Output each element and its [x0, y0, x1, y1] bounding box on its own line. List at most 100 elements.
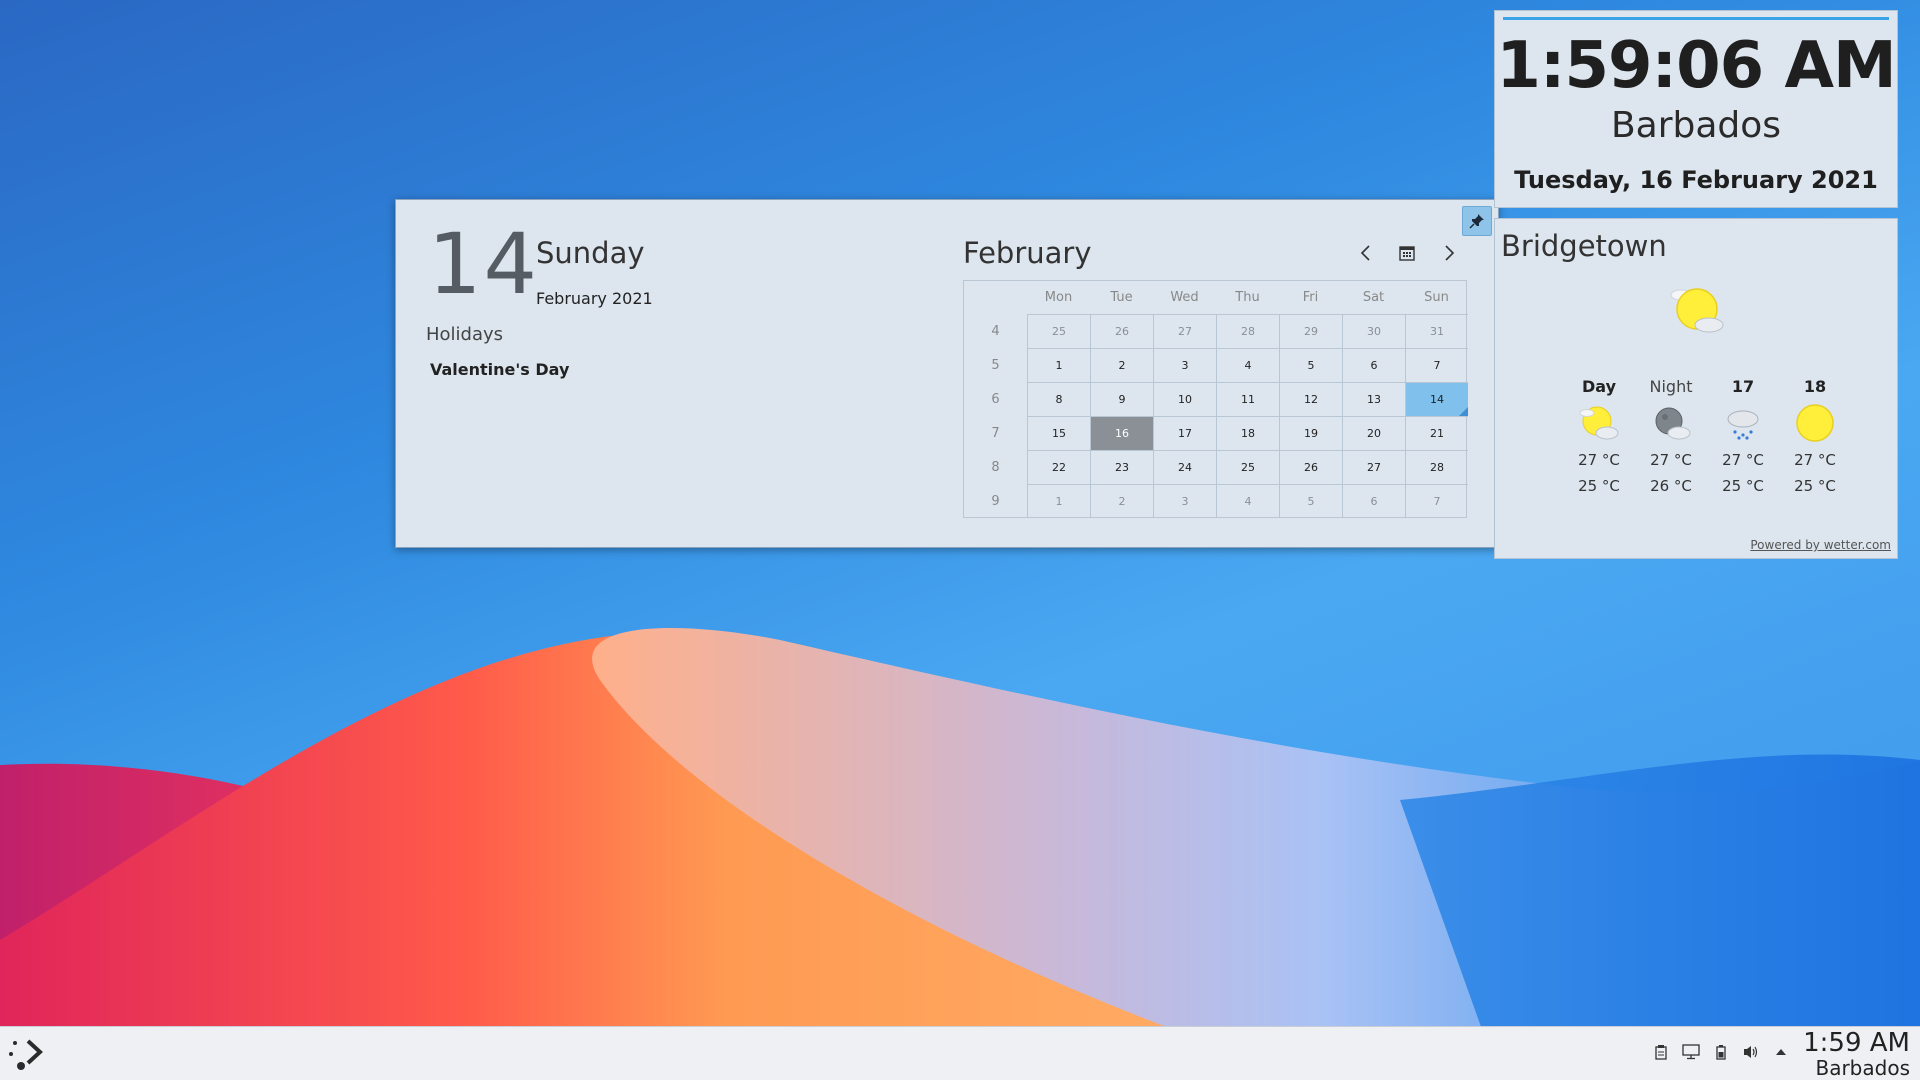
- weekday-header: Mon: [1044, 290, 1073, 305]
- weekday-header: Wed: [1170, 290, 1199, 305]
- expand-tray-icon[interactable]: [1772, 1043, 1790, 1061]
- day-cell[interactable]: 26: [1090, 314, 1153, 348]
- day-cell[interactable]: 8: [1027, 382, 1090, 416]
- day-cell[interactable]: 10: [1153, 382, 1216, 416]
- day-cell[interactable]: 1: [1027, 348, 1090, 382]
- taskbar-time: 1:59 AM: [1803, 1028, 1910, 1058]
- today-button[interactable]: [1394, 240, 1420, 266]
- day-cell[interactable]: 26: [1279, 450, 1342, 484]
- month-grid: Mon Tue Wed Thu Fri Sat Sun 4 25 26 27 28 29 30 31 5 1 2 3…: [963, 280, 1468, 518]
- forecast-high: 27 °C: [1722, 451, 1764, 469]
- selected-month-year: February 2021: [536, 289, 653, 308]
- day-cell[interactable]: 3: [1153, 484, 1216, 518]
- pin-button[interactable]: [1462, 206, 1492, 236]
- day-cell[interactable]: 6: [1342, 484, 1405, 518]
- forecast-low: 25 °C: [1578, 477, 1620, 495]
- day-cell[interactable]: 19: [1279, 416, 1342, 450]
- day-cell[interactable]: 7: [1405, 348, 1468, 382]
- day-cell[interactable]: 6: [1342, 348, 1405, 382]
- taskbar: 1:59 AM Barbados: [0, 1026, 1920, 1080]
- day-cell[interactable]: 4: [1216, 348, 1279, 382]
- day-cell[interactable]: 27: [1153, 314, 1216, 348]
- day-cell[interactable]: 28: [1216, 314, 1279, 348]
- day-cell[interactable]: 9: [1090, 382, 1153, 416]
- forecast-low: 25 °C: [1722, 477, 1764, 495]
- clock-timezone: Barbados: [1610, 105, 1782, 146]
- weather-widget: Bridgetown Day 27 °C 25 °C Night 27 °C 2…: [1494, 218, 1898, 559]
- forecast-label: 17: [1731, 377, 1755, 396]
- calendar-popup: 14 Sunday February 2021 Holidays Valenti…: [395, 199, 1499, 548]
- day-cell[interactable]: 30: [1342, 314, 1405, 348]
- clipboard-icon[interactable]: [1652, 1043, 1670, 1061]
- holidays-title: Holidays: [426, 324, 504, 345]
- day-cell[interactable]: 12: [1279, 382, 1342, 416]
- day-cell[interactable]: 2: [1090, 348, 1153, 382]
- week-number: 5: [991, 357, 1000, 373]
- day-cell[interactable]: 5: [1279, 484, 1342, 518]
- day-cell[interactable]: 1: [1027, 484, 1090, 518]
- forecast-low: 25 °C: [1794, 477, 1836, 495]
- day-cell[interactable]: 25: [1027, 314, 1090, 348]
- holiday-item: Valentine's Day: [430, 360, 570, 379]
- day-cell[interactable]: 29: [1279, 314, 1342, 348]
- selected-weekday: Sunday: [536, 236, 645, 270]
- chevron-right-icon: [1445, 245, 1455, 261]
- day-cell-selected[interactable]: 14: [1405, 382, 1468, 416]
- day-cell[interactable]: 15: [1027, 416, 1090, 450]
- weekday-header: Sun: [1424, 290, 1449, 305]
- day-cell[interactable]: 24: [1153, 450, 1216, 484]
- system-tray: [1652, 1043, 1790, 1061]
- day-cell[interactable]: 28: [1405, 450, 1468, 484]
- moon-cloud-icon: [1641, 401, 1701, 445]
- battery-icon[interactable]: [1712, 1043, 1730, 1061]
- day-cell[interactable]: 5: [1279, 348, 1342, 382]
- day-cell[interactable]: 3: [1153, 348, 1216, 382]
- day-cell[interactable]: 23: [1090, 450, 1153, 484]
- month-title: February: [963, 236, 1092, 270]
- forecast-day: Day 27 °C 25 °C: [1569, 377, 1629, 495]
- day-cell[interactable]: 17: [1153, 416, 1216, 450]
- pin-icon: [1469, 214, 1484, 229]
- day-cell[interactable]: 7: [1405, 484, 1468, 518]
- forecast-night: Night 27 °C 26 °C: [1641, 377, 1701, 495]
- clock-accent-line: [1503, 17, 1889, 20]
- forecast-high: 27 °C: [1578, 451, 1620, 469]
- taskbar-clock[interactable]: 1:59 AM Barbados: [1803, 1030, 1910, 1078]
- volume-icon[interactable]: [1742, 1043, 1760, 1061]
- selected-day-number: 14: [428, 215, 539, 313]
- day-cell[interactable]: 22: [1027, 450, 1090, 484]
- powered-by-link[interactable]: Powered by wetter.com: [1750, 538, 1891, 552]
- weekday-header: Sat: [1362, 290, 1385, 305]
- digital-clock-widget[interactable]: 1:59:06 AM Barbados Tuesday, 16 February…: [1494, 10, 1898, 208]
- week-number: 7: [991, 425, 1000, 441]
- week-header-blank: [964, 281, 1027, 314]
- chevron-left-icon: [1360, 245, 1370, 261]
- day-cell[interactable]: 27: [1342, 450, 1405, 484]
- sun-cloud-icon: [1667, 285, 1727, 340]
- day-cell-today[interactable]: 16: [1090, 416, 1153, 450]
- forecast-high: 27 °C: [1650, 451, 1692, 469]
- week-number: 4: [991, 323, 1000, 339]
- launcher-icon: [9, 1039, 43, 1070]
- day-cell[interactable]: 11: [1216, 382, 1279, 416]
- day-cell[interactable]: 18: [1216, 416, 1279, 450]
- day-cell[interactable]: 4: [1216, 484, 1279, 518]
- day-cell[interactable]: 20: [1342, 416, 1405, 450]
- week-number: 9: [991, 493, 1000, 509]
- weekday-header: Tue: [1110, 290, 1133, 305]
- day-cell[interactable]: 25: [1216, 450, 1279, 484]
- day-cell[interactable]: 13: [1342, 382, 1405, 416]
- day-cell[interactable]: 2: [1090, 484, 1153, 518]
- forecast-low: 26 °C: [1650, 477, 1692, 495]
- application-launcher-button[interactable]: [6, 1035, 46, 1075]
- forecast-label: Night: [1649, 377, 1693, 396]
- forecast-label: 18: [1803, 377, 1827, 396]
- next-month-button[interactable]: [1436, 240, 1462, 266]
- weekday-header: Thu: [1235, 290, 1260, 305]
- forecast-day-17: 17 27 °C 25 °C: [1713, 377, 1773, 495]
- day-cell[interactable]: 31: [1405, 314, 1468, 348]
- display-icon[interactable]: [1682, 1043, 1700, 1061]
- day-cell[interactable]: 21: [1405, 416, 1468, 450]
- previous-month-button[interactable]: [1353, 240, 1379, 266]
- clock-time: 1:59:06 AM: [1496, 29, 1896, 103]
